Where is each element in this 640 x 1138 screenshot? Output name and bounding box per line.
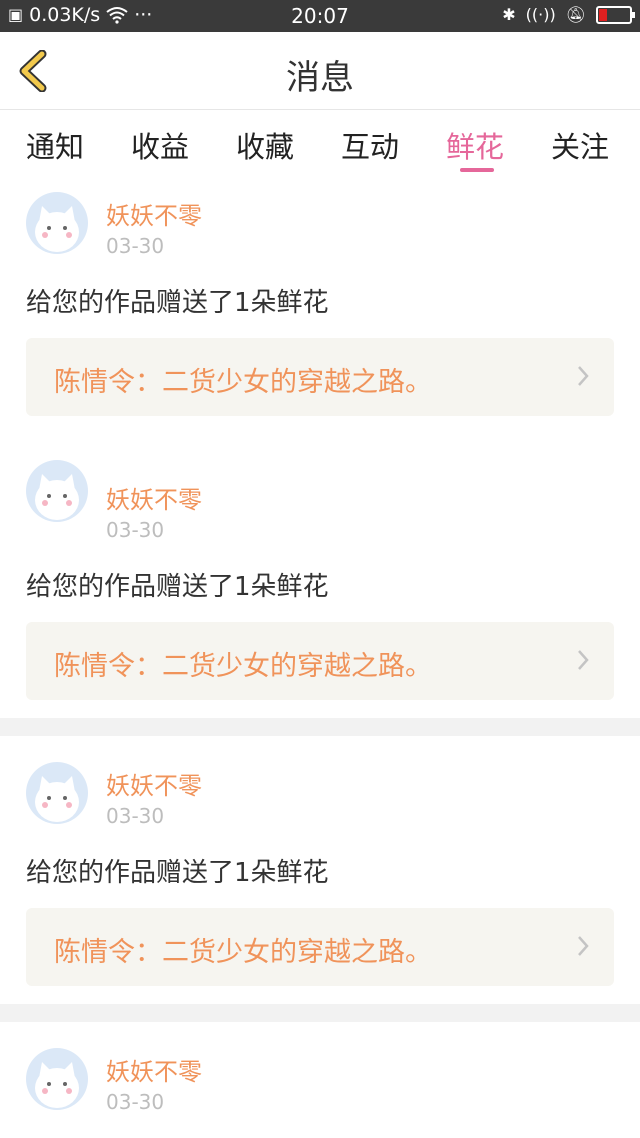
avatar[interactable] <box>26 460 88 522</box>
tab-interactions[interactable]: 互动 <box>341 124 399 166</box>
book-title: 陈情令：二货少女的穿越之路。 <box>54 651 432 682</box>
avatar[interactable] <box>26 762 88 824</box>
cat-avatar-icon <box>35 474 79 520</box>
book-title: 陈情令：二货少女的穿越之路。 <box>54 937 432 968</box>
nfc-icon: ((·)) <box>525 5 556 24</box>
username[interactable]: 妖妖不零 <box>106 766 202 801</box>
chevron-right-icon <box>578 650 589 670</box>
message-card: 妖妖不零 03-30 给您的作品赠送了1朵鲜花 陈情令：二货少女的穿越之路。 <box>0 182 640 450</box>
message-card: 妖妖不零 03-30 <box>0 1022 640 1138</box>
chevron-right-icon <box>578 936 589 956</box>
book-title: 陈情令：二货少女的穿越之路。 <box>54 367 432 398</box>
cat-avatar-icon <box>35 1062 79 1108</box>
cat-avatar-icon <box>35 776 79 822</box>
tab-favorites[interactable]: 收藏 <box>236 124 294 166</box>
message-text: 给您的作品赠送了1朵鲜花 <box>26 858 329 888</box>
message-date: 03-30 <box>106 804 165 828</box>
bluetooth-icon: ✱ <box>502 5 516 24</box>
message-text: 给您的作品赠送了1朵鲜花 <box>26 572 329 602</box>
book-link[interactable]: 陈情令：二货少女的穿越之路。 <box>26 338 614 416</box>
tab-flowers[interactable]: 鲜花 <box>446 124 504 166</box>
mute-bell-icon: 🔕︎ <box>565 5 586 24</box>
tab-following[interactable]: 关注 <box>551 124 609 166</box>
avatar[interactable] <box>26 192 88 254</box>
book-link[interactable]: 陈情令：二货少女的穿越之路。 <box>26 908 614 986</box>
page-title: 消息 <box>286 58 354 98</box>
cat-avatar-icon <box>35 206 79 252</box>
status-bar-right: ✱ ((·)) 🔕︎ <box>502 4 635 26</box>
battery-icon <box>596 6 635 24</box>
tab-notifications[interactable]: 通知 <box>26 124 84 166</box>
book-link[interactable]: 陈情令：二货少女的穿越之路。 <box>26 622 614 700</box>
app-header: 消息 <box>0 32 640 110</box>
message-date: 03-30 <box>106 1090 165 1114</box>
message-date: 03-30 <box>106 518 165 542</box>
status-bar: ▣ 0.03K/s ··· 20:07 ✱ ((·)) 🔕︎ <box>0 0 640 32</box>
active-tab-indicator <box>460 168 494 172</box>
message-card: 妖妖不零 03-30 给您的作品赠送了1朵鲜花 陈情令：二货少女的穿越之路。 <box>0 736 640 1004</box>
tab-bar: 通知 收益 收藏 互动 鲜花 关注 <box>0 110 640 182</box>
username[interactable]: 妖妖不零 <box>106 196 202 231</box>
username[interactable]: 妖妖不零 <box>106 1052 202 1087</box>
chevron-right-icon <box>578 366 589 386</box>
avatar[interactable] <box>26 1048 88 1110</box>
username[interactable]: 妖妖不零 <box>106 480 202 515</box>
message-card: 妖妖不零 03-30 给您的作品赠送了1朵鲜花 陈情令：二货少女的穿越之路。 <box>0 450 640 718</box>
tab-earnings[interactable]: 收益 <box>131 124 189 166</box>
message-date: 03-30 <box>106 234 165 258</box>
message-text: 给您的作品赠送了1朵鲜花 <box>26 288 329 318</box>
